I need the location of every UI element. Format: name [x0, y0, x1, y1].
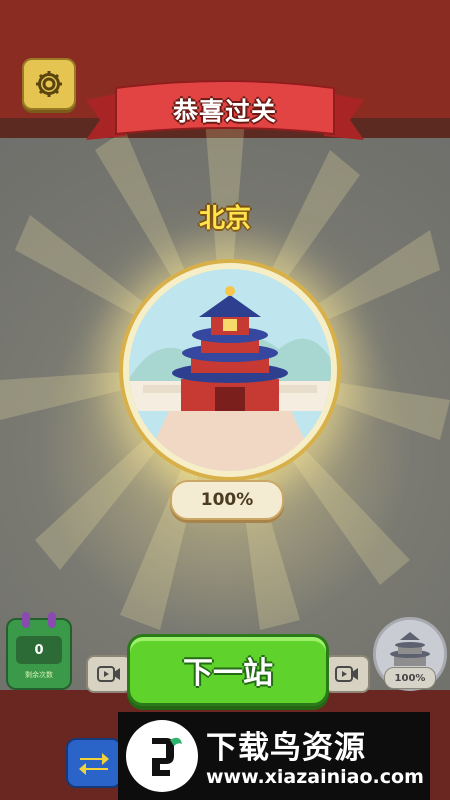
landmark-medal: [123, 263, 337, 477]
video-icon: [97, 666, 120, 682]
calendar-widget[interactable]: 0 剩余次数: [6, 612, 72, 690]
settings-button[interactable]: [22, 58, 76, 110]
calendar-ring: [48, 612, 56, 628]
video-icon: [335, 666, 358, 682]
video-button-left[interactable]: [86, 655, 132, 693]
temple-of-heaven-icon: [129, 269, 331, 471]
bird-logo-icon: [126, 720, 198, 792]
watermark-title: 下载鸟资源: [206, 730, 366, 766]
banner-title: 恭喜过关: [172, 97, 277, 126]
swap-button[interactable]: [66, 738, 122, 788]
calendar-ring: [22, 612, 30, 628]
swap-arrows-icon: [79, 753, 109, 775]
congrats-banner: 恭喜过关: [86, 78, 364, 148]
calendar-label: 剩余次数: [25, 671, 53, 679]
watermark-url: www.xiazainiao.com: [206, 766, 424, 788]
next-stop-button[interactable]: 下一站: [127, 634, 329, 706]
calendar-count: 0: [16, 636, 62, 664]
city-name: 北京: [198, 204, 251, 234]
video-button-right[interactable]: [324, 655, 370, 693]
gear-icon: [36, 71, 62, 97]
mini-progress-pill: 100%: [384, 667, 436, 689]
watermark-overlay: 下载鸟资源 www.xiazainiao.com: [118, 712, 430, 800]
progress-pill: 100%: [170, 480, 284, 520]
